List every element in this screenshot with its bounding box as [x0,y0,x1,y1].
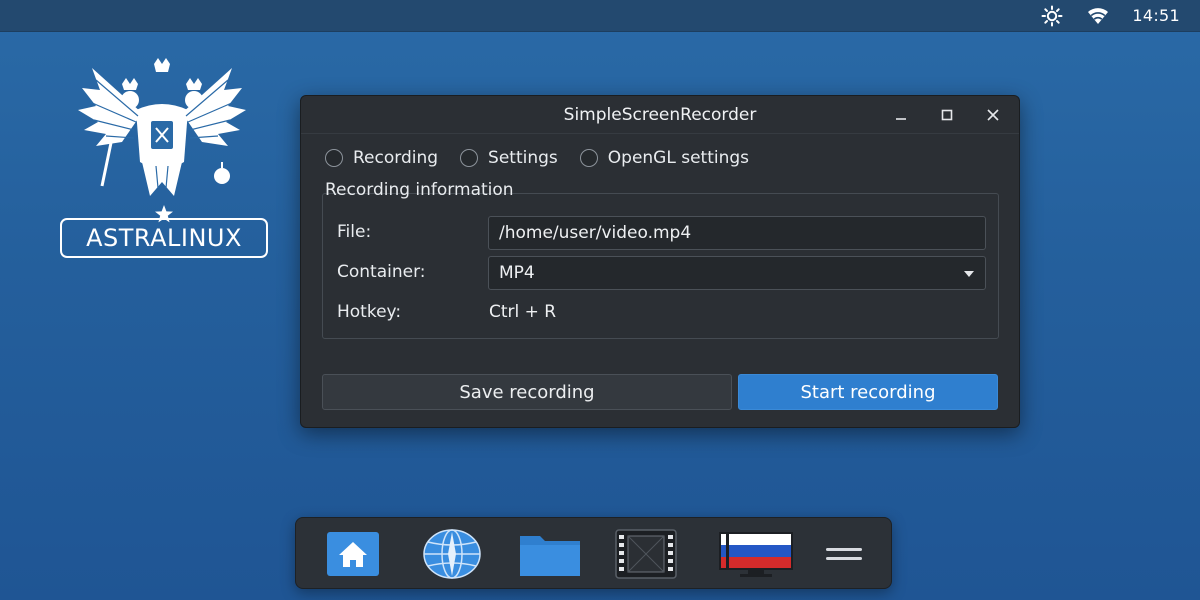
double-headed-eagle-emblem [78,58,246,196]
dock-language[interactable] [716,526,796,582]
radio-settings[interactable] [460,149,479,167]
window-controls [887,96,1007,134]
chevron-down-icon [964,271,974,277]
logo-wordmark-box: ASTRALINUX [60,218,268,258]
dock-home[interactable] [321,526,385,582]
file-path-value: /home/user/video.mp4 [499,223,692,243]
video-film-icon [615,529,677,579]
tab-recording-label: Recording [353,148,439,168]
container-select[interactable]: MP4 [488,256,986,290]
dock-video[interactable] [614,526,678,582]
tab-settings[interactable]: Settings [460,148,558,168]
tab-recording[interactable]: Recording [325,148,438,168]
start-recording-button[interactable]: Start recording [738,374,998,410]
top-panel: 14:51 [0,0,1200,32]
save-recording-button[interactable]: Save recording [322,374,732,410]
container-label: Container: [337,262,426,282]
close-icon [987,109,999,121]
maximize-button[interactable] [933,101,961,129]
tab-opengl-settings-label: OpenGL settings [607,148,750,168]
menu-icon [826,548,862,560]
russian-flag-monitor-icon [719,532,793,577]
window-title: SimpleScreenRecorder [563,104,757,125]
simplescreenrecorder-window: SimpleScreenRecorder Recording Settings … [300,95,1020,428]
tab-bar: Recording Settings OpenGL settings [325,148,749,168]
globe-browser-icon [423,529,481,579]
radio-recording[interactable] [325,149,343,167]
close-button[interactable] [979,101,1007,129]
group-title: Recording information [325,180,514,200]
dock-files[interactable] [518,526,582,582]
dock-menu[interactable] [812,526,876,582]
maximize-icon [941,109,953,121]
wifi-icon[interactable] [1086,4,1110,28]
brightness-icon[interactable] [1040,4,1064,28]
file-path-field[interactable]: /home/user/video.mp4 [488,216,986,250]
hotkey-value[interactable]: Ctrl + R [489,302,556,322]
dock [295,517,892,589]
container-value: MP4 [499,263,535,283]
radio-opengl-settings[interactable] [579,149,598,167]
hotkey-label: Hotkey: [337,302,402,322]
dock-browser[interactable] [420,526,484,582]
home-icon [327,532,379,576]
minimize-icon [896,118,906,120]
logo-text: ASTRALINUX [86,224,242,252]
minimize-button[interactable] [887,101,915,129]
clock[interactable]: 14:51 [1132,6,1180,25]
tab-settings-label: Settings [488,148,558,168]
tab-opengl-settings[interactable]: OpenGL settings [579,148,750,168]
astralinux-logo: ASTRALINUX [58,58,270,262]
file-label: File: [337,222,372,242]
folder-icon [520,536,580,576]
window-titlebar[interactable]: SimpleScreenRecorder [301,96,1019,134]
